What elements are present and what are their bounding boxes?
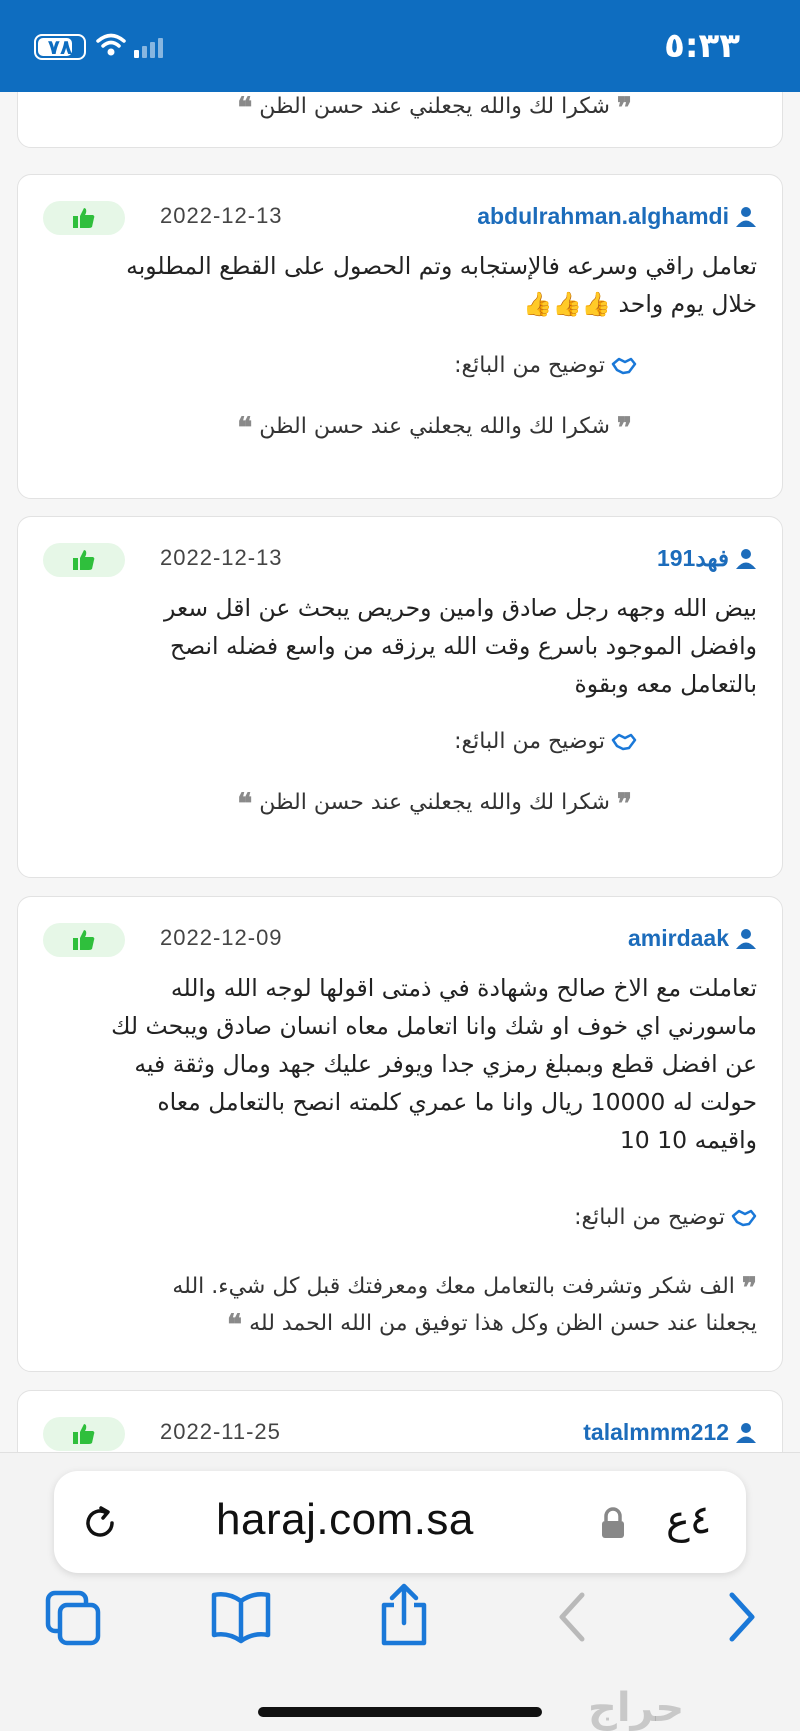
user-icon [736, 206, 756, 227]
review-date: 2022-12-09 [160, 925, 283, 950]
user-icon [736, 548, 756, 569]
share-icon[interactable] [378, 1583, 430, 1647]
seller-reply: ❞ شكرا لك والله يجعلني عند حسن الظن ❝ [237, 787, 632, 820]
review-date: 2022-12-13 [160, 545, 283, 570]
battery-icon: ٧٨ [34, 34, 86, 60]
review-text: بيض الله وجهه رجل صادق وامين وحريص يبحث … [164, 594, 757, 698]
text-size-button[interactable]: ٤ع [666, 1497, 711, 1543]
review-card: 2022-12-09 amirdaak تعاملت مع الاخ صالح … [17, 896, 783, 1372]
reviewer-name[interactable]: فهد191 [657, 545, 729, 572]
reviewer-name[interactable]: talalmmm212 [583, 1419, 729, 1446]
back-icon[interactable] [554, 1589, 588, 1645]
review-text: تعامل راقي وسرعه فالإستجابه وتم الحصول ع… [126, 252, 757, 318]
thumbs-up-icon [73, 930, 95, 950]
seller-clarification-label: توضيح من البائع: [454, 353, 637, 378]
like-badge [43, 923, 125, 957]
battery-level: ٧٨ [47, 35, 73, 59]
like-badge [43, 201, 125, 235]
thumbs-up-icon [73, 1424, 95, 1444]
address-bar[interactable]: haraj.com.sa ٤ع [54, 1471, 746, 1573]
review-date: 2022-12-13 [160, 203, 283, 228]
handshake-icon [611, 733, 637, 750]
reviewer-name[interactable]: abdulrahman.alghamdi [477, 203, 729, 230]
review-card: ❞ شكرا لك والله يجعلني عند حسن الظن ❝ [17, 92, 783, 148]
status-bar: ٧٨ ٥:٣٣ [0, 0, 800, 92]
browser-bottom-bar: haraj.com.sa ٤ع حراج [0, 1452, 800, 1731]
reviewer[interactable]: amirdaak [628, 925, 757, 952]
user-icon [736, 1422, 756, 1443]
quote-close-icon: ❝ [237, 787, 253, 820]
url-text[interactable]: haraj.com.sa [216, 1495, 474, 1545]
review-text: تعاملت مع الاخ صالح وشهادة في ذمتى اقوله… [111, 974, 757, 1154]
reload-icon[interactable] [80, 1503, 120, 1543]
seller-reply: ❞ شكرا لك والله يجعلني عند حسن الظن ❝ [237, 411, 632, 444]
review-card: 2022-11-25 talalmmm212 [17, 1390, 783, 1452]
like-badge [43, 1417, 125, 1451]
quote-close-icon: ❝ [237, 92, 253, 124]
seller-clarification-label: توضيح من البائع: [574, 1205, 757, 1230]
quote-close-icon: ❝ [237, 411, 253, 444]
quote-open-icon: ❞ [616, 92, 632, 124]
status-time: ٥:٣٣ [664, 26, 740, 66]
bookmarks-icon[interactable] [210, 1589, 272, 1645]
signal-icon [134, 36, 163, 58]
reviewer-name[interactable]: amirdaak [628, 925, 729, 952]
quote-close-icon: ❝ [227, 1308, 243, 1341]
quote-open-icon: ❞ [616, 787, 632, 820]
handshake-icon [611, 357, 637, 374]
wifi-icon [96, 33, 126, 56]
reviewer[interactable]: abdulrahman.alghamdi [477, 203, 757, 230]
thumbs-up-icon [73, 550, 95, 570]
quote-open-icon: ❞ [741, 1271, 757, 1304]
quote-open-icon: ❞ [616, 411, 632, 444]
review-date: 2022-11-25 [160, 1419, 281, 1444]
watermark: حراج [588, 1685, 685, 1731]
review-card: 2022-12-13 فهد191 بيض الله وجهه رجل صادق… [17, 516, 783, 878]
seller-reply: ❞ شكرا لك والله يجعلني عند حسن الظن ❝ [237, 92, 632, 124]
like-badge [43, 543, 125, 577]
review-card: 2022-12-13 abdulrahman.alghamdi تعامل را… [17, 174, 783, 499]
thumbs-up-icon [73, 208, 95, 228]
user-icon [736, 928, 756, 949]
lock-icon [602, 1507, 624, 1538]
seller-clarification-label: توضيح من البائع: [454, 729, 637, 754]
reviewer[interactable]: فهد191 [657, 545, 757, 572]
reviewer[interactable]: talalmmm212 [583, 1419, 757, 1446]
seller-reply: ❞ الف شكر وتشرفت بالتعامل معك ومعرفتك قب… [172, 1271, 757, 1341]
handshake-icon [731, 1209, 757, 1226]
reviews-list[interactable]: ❞ شكرا لك والله يجعلني عند حسن الظن ❝ 20… [0, 92, 800, 1452]
tabs-icon[interactable] [44, 1589, 102, 1647]
forward-icon[interactable] [726, 1589, 760, 1645]
home-indicator [258, 1707, 542, 1717]
